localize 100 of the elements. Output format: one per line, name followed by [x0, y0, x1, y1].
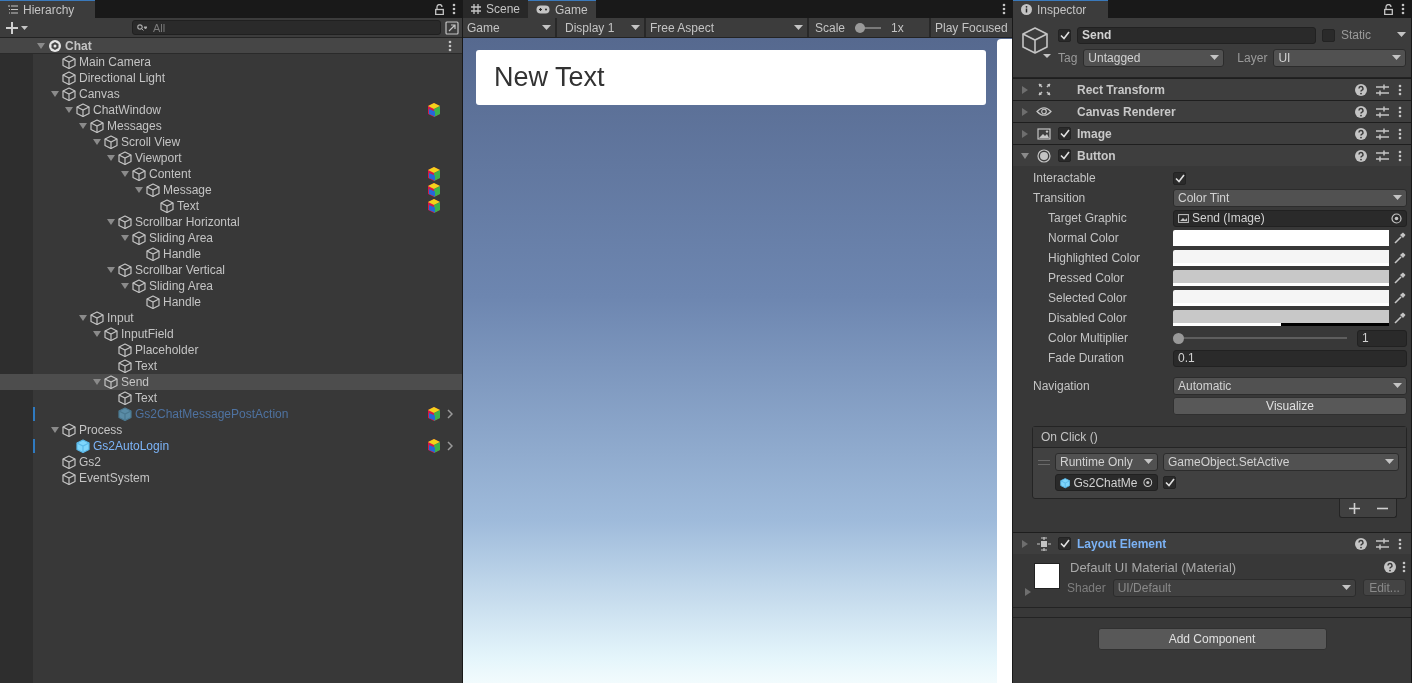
- tree-item[interactable]: Send: [0, 374, 462, 390]
- component-title[interactable]: Button: [1077, 148, 1116, 163]
- lock-icon[interactable]: [435, 3, 444, 15]
- color-field[interactable]: [1173, 230, 1389, 246]
- checkbox[interactable]: [1058, 28, 1071, 42]
- slider-thumb[interactable]: [855, 22, 866, 33]
- foldout-arrow-icon[interactable]: [92, 377, 102, 387]
- tree-item[interactable]: Text: [0, 390, 462, 406]
- slider-thumb[interactable]: [1173, 332, 1184, 344]
- name-field[interactable]: Send: [1077, 26, 1316, 44]
- more-icon[interactable]: [1398, 83, 1402, 96]
- help-icon[interactable]: [1355, 537, 1367, 550]
- foldout-arrow-icon[interactable]: [78, 313, 88, 323]
- chevron-right-icon[interactable]: [447, 409, 453, 419]
- tree-item[interactable]: Process: [0, 422, 462, 438]
- lock-icon[interactable]: [1384, 3, 1393, 15]
- cube-icon[interactable]: [1021, 26, 1053, 60]
- more-icon[interactable]: [452, 3, 456, 15]
- foldout-arrow-icon[interactable]: [36, 40, 46, 51]
- eyedropper-icon[interactable]: [1393, 271, 1407, 285]
- more-icon[interactable]: [1002, 3, 1006, 15]
- more-icon[interactable]: [1401, 3, 1405, 15]
- object-picker-icon[interactable]: [1143, 477, 1153, 488]
- color-field[interactable]: [1173, 250, 1389, 266]
- foldout-arrow-icon[interactable]: [92, 329, 102, 339]
- foldout-arrow-icon[interactable]: [106, 153, 116, 163]
- tree-item[interactable]: Sliding Area: [0, 230, 462, 246]
- foldout-arrow-icon[interactable]: [120, 281, 130, 291]
- dropdown[interactable]: Color Tint: [1173, 189, 1407, 207]
- inspector-tab[interactable]: Inspector: [1013, 0, 1108, 18]
- tree-item[interactable]: Input: [0, 310, 462, 326]
- tree-item[interactable]: ChatWindow: [0, 102, 462, 118]
- tree-item[interactable]: Gs2AutoLogin: [0, 438, 462, 454]
- foldout-arrow-icon[interactable]: [120, 233, 130, 243]
- function-dropdown[interactable]: GameObject.SetActive: [1163, 453, 1399, 471]
- add-component-button[interactable]: Add Component: [1097, 628, 1327, 650]
- view-tab[interactable]: Game: [528, 0, 596, 18]
- foldout-arrow-icon[interactable]: [64, 105, 74, 115]
- foldout-arrow-icon[interactable]: [50, 89, 60, 99]
- foldout-arrow-icon[interactable]: [106, 217, 116, 227]
- eyedropper-icon[interactable]: [1393, 311, 1407, 325]
- more-icon[interactable]: [1398, 105, 1402, 118]
- foldout-arrow-icon[interactable]: [120, 169, 130, 179]
- tree-item[interactable]: Gs2: [0, 454, 462, 470]
- presets-icon[interactable]: [1376, 83, 1389, 96]
- drag-handle-icon[interactable]: [1038, 459, 1050, 465]
- tree-item[interactable]: EventSystem: [0, 470, 462, 486]
- tree-item[interactable]: Handle: [0, 294, 462, 310]
- presets-icon[interactable]: [1376, 127, 1389, 140]
- play-mode-dropdown[interactable]: Play Focused: [931, 18, 1012, 37]
- tag-dropdown[interactable]: Untagged: [1083, 48, 1225, 67]
- tree-item[interactable]: Sliding Area: [0, 278, 462, 294]
- tree-item[interactable]: Viewport: [0, 150, 462, 166]
- runtime-dropdown[interactable]: Runtime Only: [1055, 453, 1158, 471]
- color-field[interactable]: [1173, 290, 1389, 306]
- color-field[interactable]: [1173, 310, 1389, 326]
- scene-view-icon[interactable]: [445, 20, 459, 35]
- eyedropper-icon[interactable]: [1393, 291, 1407, 305]
- more-icon[interactable]: [1398, 127, 1402, 140]
- tree-item[interactable]: Directional Light: [0, 70, 462, 86]
- add-icon[interactable]: [6, 21, 28, 34]
- help-icon[interactable]: [1355, 105, 1367, 118]
- component-title[interactable]: Image: [1077, 126, 1112, 141]
- component-title[interactable]: Layout Element: [1077, 536, 1167, 551]
- foldout-arrow-icon[interactable]: [78, 121, 88, 131]
- tree-item[interactable]: Message: [0, 182, 462, 198]
- foldout-arrow-icon[interactable]: [50, 425, 60, 435]
- chevron-right-icon[interactable]: [447, 441, 453, 451]
- eyedropper-icon[interactable]: [1393, 251, 1407, 265]
- presets-icon[interactable]: [1376, 105, 1389, 118]
- add-icon[interactable]: [1348, 502, 1360, 514]
- foldout-arrow-icon[interactable]: [92, 137, 102, 147]
- presets-icon[interactable]: [1376, 537, 1389, 550]
- checkbox[interactable]: [1163, 476, 1176, 489]
- tree-item[interactable]: InputField: [0, 326, 462, 342]
- color-field[interactable]: [1173, 270, 1389, 286]
- tree-item[interactable]: Handle: [0, 246, 462, 262]
- more-icon[interactable]: [1398, 537, 1402, 550]
- object-field[interactable]: Gs2ChatMe: [1055, 474, 1158, 491]
- presets-icon[interactable]: [1376, 149, 1389, 162]
- help-icon[interactable]: [1355, 149, 1367, 162]
- object-picker-icon[interactable]: [1391, 212, 1402, 224]
- search-field[interactable]: All: [132, 20, 441, 35]
- foldout-arrow-icon[interactable]: [1020, 150, 1030, 161]
- object-field[interactable]: Send (Image): [1173, 209, 1407, 227]
- tree-item[interactable]: Canvas: [0, 86, 462, 102]
- help-icon[interactable]: [1355, 127, 1367, 140]
- number-field[interactable]: 0.1: [1173, 349, 1407, 367]
- tree-item[interactable]: Placeholder: [0, 342, 462, 358]
- eyedropper-icon[interactable]: [1393, 231, 1407, 245]
- checkbox[interactable]: [1058, 127, 1071, 140]
- tree-item[interactable]: Scroll View: [0, 134, 462, 150]
- foldout-arrow-icon[interactable]: [134, 185, 144, 195]
- visualize-button[interactable]: Visualize: [1173, 397, 1407, 415]
- help-icon[interactable]: [1355, 83, 1367, 96]
- more-icon[interactable]: [1402, 561, 1406, 573]
- tree-item[interactable]: Chat: [0, 38, 462, 54]
- foldout-arrow-icon[interactable]: [106, 265, 116, 275]
- hierarchy-tab[interactable]: Hierarchy: [0, 0, 95, 18]
- help-icon[interactable]: [1384, 561, 1396, 573]
